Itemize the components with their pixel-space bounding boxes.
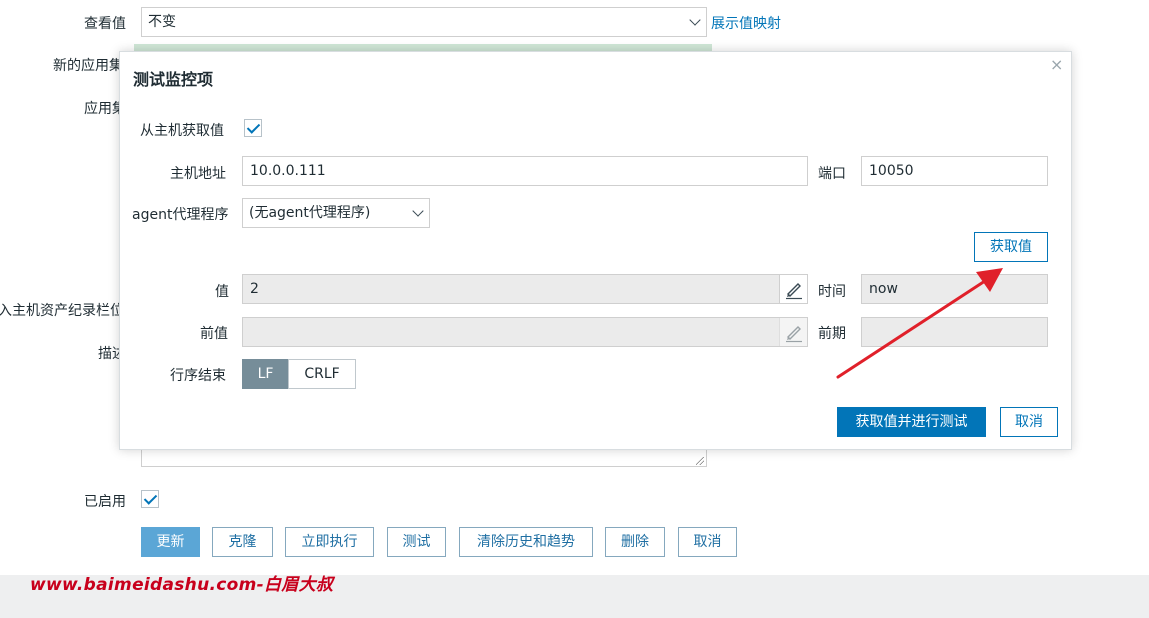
pencil-icon: [786, 326, 802, 343]
get-from-host-label: 从主机获取值: [140, 123, 224, 139]
edit-value-button[interactable]: [779, 275, 807, 303]
edit-prev-value-button: [779, 318, 807, 346]
test-button[interactable]: 测试: [387, 527, 446, 557]
new-app-set-label: 新的应用集: [53, 58, 123, 74]
prev-time-input: [861, 317, 1048, 347]
proxy-select-text: (无agent代理程序): [249, 205, 371, 221]
enabled-checkbox[interactable]: [141, 490, 159, 508]
view-value-select[interactable]: 不变: [141, 7, 707, 37]
eol-label: 行序结束: [170, 368, 226, 384]
eol-crlf-option[interactable]: CRLF: [288, 359, 356, 389]
dialog-cancel-button[interactable]: 取消: [1000, 407, 1058, 437]
get-value-button[interactable]: 获取值: [974, 232, 1048, 262]
chevron-down-icon: [689, 14, 701, 26]
prev-value-label: 前值: [200, 326, 228, 342]
pencil-icon: [786, 283, 802, 300]
execute-now-button[interactable]: 立即执行: [285, 527, 374, 557]
cancel-button[interactable]: 取消: [678, 527, 737, 557]
host-address-label: 主机地址: [170, 166, 226, 182]
update-button[interactable]: 更新: [141, 527, 200, 557]
port-label: 端口: [818, 166, 846, 182]
get-from-host-checkbox[interactable]: [244, 119, 262, 137]
time-input: now: [861, 274, 1048, 304]
value-text: 2: [250, 281, 259, 297]
inventory-field-label: 入主机资产纪录栏位: [0, 303, 124, 319]
proxy-label: agent代理程序: [132, 207, 229, 223]
eol-lf-option[interactable]: LF: [242, 359, 289, 389]
time-label: 时间: [818, 284, 846, 300]
close-icon[interactable]: ×: [1050, 56, 1063, 74]
value-input[interactable]: 2: [242, 274, 808, 304]
get-and-test-button[interactable]: 获取值并进行测试: [837, 407, 986, 437]
view-value-label: 查看值: [84, 16, 126, 32]
chevron-down-icon: [412, 205, 424, 217]
show-value-mapping-link[interactable]: 展示值映射: [711, 13, 781, 33]
port-input[interactable]: 10050: [861, 156, 1048, 186]
enabled-label: 已启用: [84, 494, 126, 510]
resize-handle-icon[interactable]: [696, 457, 704, 465]
value-label: 值: [215, 284, 229, 300]
test-item-dialog: 测试监控项 × 从主机获取值 主机地址 10.0.0.111 端口 10050 …: [119, 51, 1072, 450]
dialog-title: 测试监控项: [133, 70, 214, 89]
prev-value-input: [242, 317, 808, 347]
delete-button[interactable]: 删除: [605, 527, 665, 557]
clear-history-button[interactable]: 清除历史和趋势: [459, 527, 593, 557]
clone-button[interactable]: 克隆: [212, 527, 273, 557]
view-value-select-text: 不变: [148, 14, 176, 30]
host-address-input[interactable]: 10.0.0.111: [242, 156, 808, 186]
prev-time-label: 前期: [818, 326, 846, 342]
proxy-select[interactable]: (无agent代理程序): [242, 198, 430, 228]
watermark-text: www.baimeidashu.com-白眉大叔: [30, 575, 334, 595]
